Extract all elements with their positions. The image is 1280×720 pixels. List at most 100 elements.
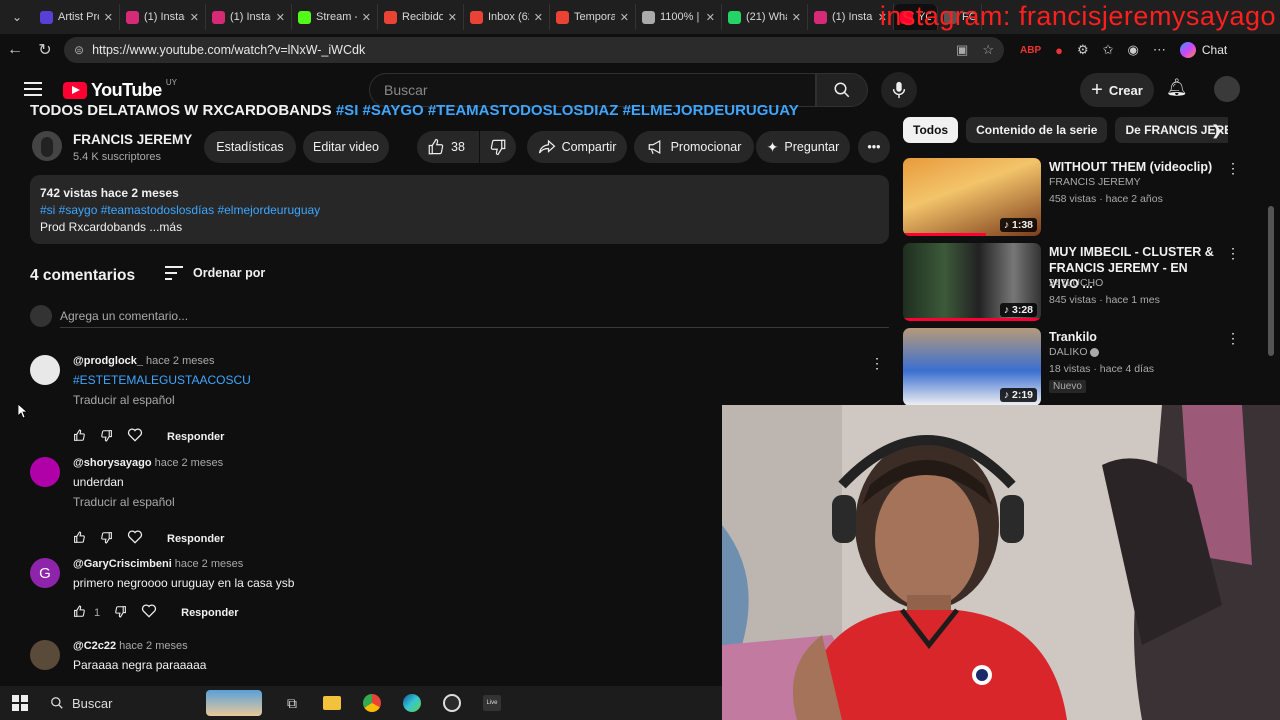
filter-chip[interactable]: Contenido de la serie (966, 117, 1108, 143)
browser-tab[interactable]: 1100% | M ✕ (636, 4, 722, 30)
commenter-avatar[interactable]: G (30, 558, 60, 588)
comment-author[interactable]: @GaryCriscimbeni (73, 558, 172, 570)
search-button[interactable] (816, 73, 868, 107)
comment-like-icon[interactable] (73, 531, 86, 547)
windows-start-icon[interactable] (0, 695, 40, 711)
browser-tab[interactable]: Temporar ✕ (550, 4, 636, 30)
translate-link[interactable]: Traducir al español (73, 393, 175, 407)
more-actions-button[interactable]: ••• (858, 131, 890, 163)
video-thumbnail[interactable]: ♪ 1:38 (903, 158, 1041, 236)
edit-video-button[interactable]: Editar video (303, 131, 389, 163)
reload-icon[interactable]: ↻ (30, 35, 60, 65)
tab-close-icon[interactable]: ✕ (534, 11, 543, 24)
recommended-channel[interactable]: DALIKO (1049, 346, 1100, 358)
description-box[interactable]: 742 vistas hace 2 meses #si #saygo #team… (30, 175, 889, 244)
heart-icon[interactable] (127, 428, 143, 445)
comment-time[interactable]: hace 2 meses (119, 640, 187, 652)
bookmark-star-icon[interactable]: ☆ (982, 42, 994, 58)
tab-close-icon[interactable]: ✕ (620, 11, 629, 24)
comment-time[interactable]: hace 2 meses (146, 355, 214, 367)
notifications-bell-icon[interactable]: 🔔︎ (1166, 78, 1188, 98)
heart-icon[interactable] (141, 604, 157, 621)
commenter-avatar[interactable] (30, 640, 60, 670)
tab-close-icon[interactable]: ✕ (276, 11, 285, 24)
account-avatar[interactable] (1214, 76, 1240, 102)
tab-close-icon[interactable]: ✕ (190, 11, 199, 24)
favorites-icon[interactable]: ✩ (1103, 42, 1114, 58)
video-thumbnail[interactable]: ♪ 3:28 (903, 243, 1041, 321)
profile-icon[interactable]: ◉ (1128, 42, 1139, 58)
video-thumbnail[interactable]: ♪ 2:19 (903, 328, 1041, 406)
tab-close-icon[interactable]: ✕ (362, 11, 371, 24)
translate-link[interactable]: Traducir al español (73, 495, 175, 509)
channel-name[interactable]: FRANCIS JEREMY (73, 132, 192, 147)
browser-tab[interactable]: (1) Instag ✕ (120, 4, 206, 30)
url-field[interactable]: ⊜ https://www.youtube.com/watch?v=lNxW-_… (64, 37, 1004, 63)
recommended-channel[interactable]: FRANCIS JEREMY (1049, 176, 1141, 188)
recommended-title[interactable]: WITHOUT THEM (videoclip) (1049, 159, 1219, 175)
comment-dislike-icon[interactable] (100, 531, 113, 547)
extensions-icon[interactable]: ⚙ (1077, 42, 1089, 58)
browser-tab[interactable]: Artist Pro ✕ (34, 4, 120, 30)
app-install-icon[interactable]: ▣ (956, 42, 968, 58)
share-button[interactable]: Compartir (527, 131, 627, 163)
edge-icon[interactable] (392, 686, 432, 720)
ableton-live-icon[interactable]: Live (472, 686, 512, 720)
promote-button[interactable]: Promocionar (634, 131, 754, 163)
taskbar-search[interactable]: Buscar (40, 686, 272, 720)
chevron-right-icon[interactable]: ❯ (1206, 119, 1228, 141)
chrome-icon[interactable] (352, 686, 392, 720)
comment-dislike-icon[interactable] (100, 429, 113, 445)
video-more-icon[interactable]: ⋮ (1226, 160, 1240, 177)
comment-more-icon[interactable]: ⋮ (870, 355, 884, 372)
obs-icon[interactable] (432, 686, 472, 720)
channel-avatar[interactable] (32, 131, 62, 161)
voice-search-button[interactable] (881, 72, 917, 108)
guide-menu-icon[interactable] (24, 82, 42, 96)
recommended-video[interactable]: ♪ 3:28 MUY IMBECIL - CLUSTER & FRANCIS JE… (903, 243, 1243, 321)
tab-close-icon[interactable]: ✕ (792, 11, 801, 24)
browser-tab[interactable]: (21) Wha ✕ (722, 4, 808, 30)
comment-text[interactable]: #ESTETEMALEGUSTAACOSCU (73, 373, 251, 387)
browser-tab[interactable]: Recibidos ✕ (378, 4, 464, 30)
tab-close-icon[interactable]: ✕ (706, 11, 715, 24)
recommended-channel[interactable]: 247LUCHO (1049, 277, 1103, 289)
tab-search-menu-icon[interactable]: ⌄ (0, 0, 34, 34)
comment-time[interactable]: hace 2 meses (155, 457, 223, 469)
sort-comments-button[interactable]: Ordenar por (165, 266, 265, 280)
create-button[interactable]: + Crear (1080, 73, 1154, 107)
commenter-avatar[interactable] (30, 355, 60, 385)
scrollbar-thumb[interactable] (1268, 206, 1274, 356)
dislike-button[interactable] (480, 131, 516, 163)
tab-close-icon[interactable]: ✕ (448, 11, 457, 24)
back-arrow-icon[interactable]: ← (0, 35, 30, 65)
reply-button[interactable]: Responder (167, 431, 224, 443)
video-more-icon[interactable]: ⋮ (1226, 245, 1240, 262)
file-explorer-icon[interactable] (312, 686, 352, 720)
comment-like-icon[interactable] (73, 429, 86, 445)
ask-button[interactable]: ✦ Preguntar (756, 131, 850, 163)
video-more-icon[interactable]: ⋮ (1226, 330, 1240, 347)
description-hashtags[interactable]: #si #saygo #teamastodoslosdías #elmejord… (40, 202, 879, 219)
tab-close-icon[interactable]: ✕ (104, 11, 113, 24)
comment-author[interactable]: @prodglock_ (73, 355, 143, 367)
description-text[interactable]: Prod Rxcardobands ...más (40, 219, 879, 236)
adblock-icon[interactable]: ABP (1020, 45, 1041, 56)
like-button[interactable]: 38 (417, 131, 479, 163)
reply-button[interactable]: Responder (167, 533, 224, 545)
comment-author[interactable]: @C2c22 (73, 640, 116, 652)
recommended-video[interactable]: ♪ 1:38 WITHOUT THEM (videoclip) FRANCIS JE… (903, 158, 1243, 236)
browser-tab[interactable]: (1) Instag ✕ (206, 4, 292, 30)
browser-tab[interactable]: Stream - ✕ (292, 4, 378, 30)
stats-button[interactable]: Estadísticas (204, 131, 296, 163)
heart-icon[interactable] (127, 530, 143, 547)
more-menu-icon[interactable]: ⋯ (1153, 42, 1166, 58)
filter-chip[interactable]: Todos (903, 117, 959, 143)
extension-red-icon[interactable]: ● (1055, 43, 1063, 58)
site-info-icon[interactable]: ⊜ (74, 43, 84, 57)
comment-time[interactable]: hace 2 meses (175, 558, 243, 570)
comment-like-icon[interactable] (73, 605, 86, 621)
task-view-icon[interactable]: ⧉ (272, 686, 312, 720)
add-comment-field[interactable]: Agrega un comentario... (60, 309, 188, 323)
comment-author[interactable]: @shorysayago (73, 457, 152, 469)
